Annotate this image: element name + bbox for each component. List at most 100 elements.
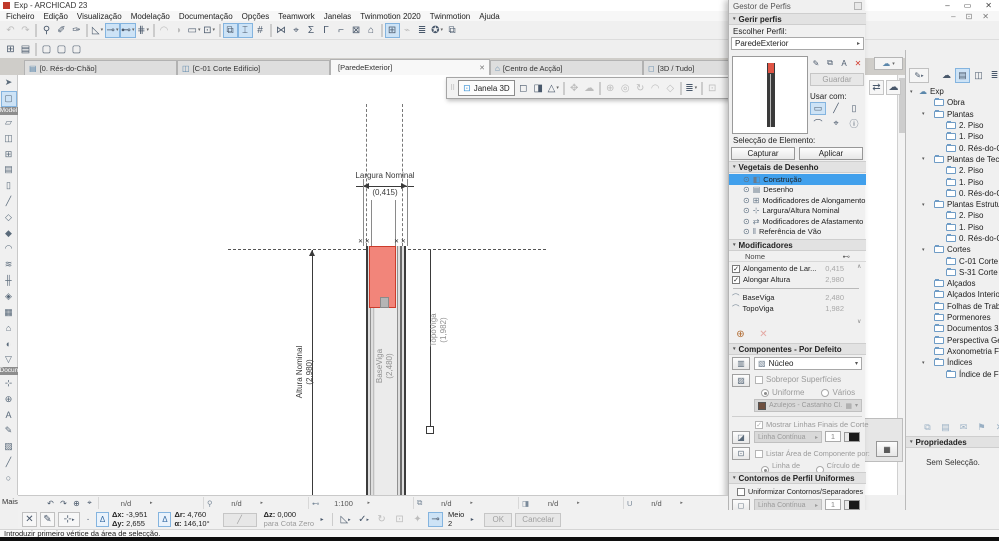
- pen-color-swatch[interactable]: [844, 500, 860, 510]
- curtain-wall-tool-icon[interactable]: ▤: [1, 162, 17, 178]
- snap-guides-icon[interactable]: ⊸ ▾: [105, 22, 120, 38]
- snap-options-icon[interactable]: ▸: [467, 512, 477, 527]
- navigator-tree-item[interactable]: Pormenores: [908, 312, 999, 323]
- eye-icon[interactable]: ⊙: [743, 217, 750, 226]
- nucleo-select[interactable]: ▧ Núcleo ▾: [754, 357, 862, 370]
- clone-folder-icon[interactable]: ⧉: [920, 420, 935, 435]
- cut-pen-number[interactable]: 1: [825, 431, 841, 442]
- door-tool-icon[interactable]: ◫: [1, 130, 17, 146]
- virtual-trace-icon[interactable]: ≣ ▾: [415, 23, 430, 38]
- menu-item[interactable]: Edição: [43, 12, 67, 21]
- rotate-input-icon[interactable]: ↻: [374, 512, 389, 527]
- origin-icon[interactable]: ⊹ ▸: [58, 512, 80, 527]
- grid-snap-icon[interactable]: ⋕ ▾: [136, 23, 151, 38]
- menu-item[interactable]: Ficheiro: [6, 12, 34, 21]
- sobrepor-checkbox[interactable]: [755, 375, 763, 384]
- navigator-tree-item[interactable]: C-01 Corte Edifício: [908, 255, 999, 266]
- navigator-tree-item[interactable]: Folhas de Trabalho: [908, 301, 999, 312]
- cancel-input-icon[interactable]: ✕: [22, 512, 37, 527]
- publish-icon[interactable]: ⧉ ▾: [445, 23, 460, 38]
- panel-title-bar[interactable]: Gestor de Perfis: [729, 0, 866, 12]
- window-layout-2-icon[interactable]: ▢: [54, 42, 69, 57]
- eye-icon[interactable]: ⊙: [743, 185, 750, 194]
- circle-tool-icon[interactable]: ○: [1, 470, 17, 486]
- navigator-tree-item[interactable]: Alçados: [908, 278, 999, 289]
- viga-row[interactable]: ⌒ BaseViga 2,480: [729, 292, 859, 303]
- maximize-button[interactable]: ▭: [964, 1, 972, 10]
- section-gerir-perfis[interactable]: ▾ Gerir perfis: [729, 13, 866, 25]
- undo-icon[interactable]: ↶ ▾: [3, 23, 18, 38]
- listar-area-checkbox[interactable]: [755, 449, 763, 458]
- morph-tool-icon[interactable]: ◈: [1, 288, 17, 304]
- forward-icon[interactable]: ↷: [57, 497, 70, 509]
- guide-lines-icon[interactable]: ◺ ▾: [90, 23, 105, 38]
- view-map-icon[interactable]: ▤: [955, 68, 970, 83]
- axonometry-icon[interactable]: ◨ ▾: [531, 81, 546, 96]
- navigator-tree-item[interactable]: 0. Rés-do-Chão: [908, 188, 999, 199]
- design-layer-row[interactable]: ✓ ⊙ ⊹ Largura/Altura Nominal: [729, 206, 866, 217]
- varios-radio[interactable]: [821, 388, 830, 397]
- cloud-menu-button[interactable]: ☁ ▾: [874, 57, 903, 70]
- box-input-icon[interactable]: ⊡: [392, 512, 407, 527]
- favorites-icon[interactable]: ✪ ▾: [430, 23, 445, 38]
- pen-input-icon[interactable]: ✎: [40, 512, 55, 527]
- tab-close-icon[interactable]: ✕: [479, 64, 485, 72]
- mirror-icon[interactable]: ⋈ ▾: [274, 23, 289, 38]
- scroll-down-icon[interactable]: ∨: [857, 318, 861, 325]
- fit-in-window-icon[interactable]: ⊡ ▾: [705, 81, 720, 96]
- design-layer-row[interactable]: ✓ ⊙ ‖ Referência de Vão: [729, 227, 866, 238]
- stair-tool-icon[interactable]: ≋: [1, 257, 17, 273]
- tab-corte-edificio[interactable]: ◫ [C-01 Corte Edifício]: [177, 60, 330, 75]
- profile-select[interactable]: ParedeExterior ▸: [731, 37, 864, 50]
- zone-tool-icon[interactable]: ⌂: [1, 320, 17, 336]
- tree-caret-icon[interactable]: ▾: [922, 111, 928, 117]
- navigator-tree-item[interactable]: Índice de Folhas: [908, 368, 999, 379]
- design-layer-row[interactable]: ✓ ⊙ ▤ Desenho: [729, 185, 866, 196]
- search-icon[interactable]: ⌖ ▾: [289, 23, 304, 38]
- star-input-icon[interactable]: ✦: [410, 512, 425, 527]
- split-icon[interactable]: ◗ ▾: [172, 23, 187, 38]
- navigator-tree-item[interactable]: ▾ Cortes: [908, 244, 999, 255]
- minimize-button[interactable]: –: [945, 1, 949, 10]
- open-view-icon[interactable]: ▤: [938, 420, 953, 435]
- navigator-tree-item[interactable]: 2. Piso: [908, 210, 999, 221]
- snap-points-icon[interactable]: ⊷ ▾: [120, 22, 136, 38]
- vr-icon[interactable]: ☁ ▾: [582, 81, 597, 96]
- arrow-tool-icon[interactable]: ➤: [1, 75, 17, 91]
- component-handle[interactable]: [380, 297, 389, 308]
- eye-icon[interactable]: ⊙: [743, 227, 750, 236]
- text-tool-icon[interactable]: A: [1, 407, 17, 423]
- inject-parameters-icon[interactable]: ✑ ▾: [69, 23, 84, 38]
- menu-item[interactable]: Documentação: [179, 12, 233, 21]
- uniforme-radio[interactable]: [761, 388, 769, 397]
- grid-icon[interactable]: # ▾: [253, 23, 268, 38]
- explore-icon[interactable]: ✥ ▾: [567, 81, 582, 96]
- aplicar-button[interactable]: Aplicar: [799, 147, 863, 160]
- menu-item[interactable]: Teamwork: [278, 12, 314, 21]
- zoom-search-icon[interactable]: ⌖: [83, 497, 96, 509]
- wall-use-icon[interactable]: ▭: [810, 102, 826, 115]
- pickup-parameters-icon[interactable]: ✐ ▾: [54, 23, 69, 38]
- menu-item[interactable]: Visualização: [77, 12, 122, 21]
- shell-tool-icon[interactable]: ◠: [1, 241, 17, 257]
- quick-option-field[interactable]: ⊷ 1:100 ▸: [308, 497, 413, 509]
- navigator-tree-item[interactable]: Axonometria Frontal: [908, 346, 999, 357]
- delete-profile-icon[interactable]: ✕: [852, 57, 864, 69]
- z-options-icon[interactable]: ▸: [317, 512, 327, 527]
- doc-restore-button[interactable]: ⊡: [966, 12, 973, 21]
- cut-line-button[interactable]: ◪: [732, 431, 750, 444]
- ok-button[interactable]: OK: [484, 512, 513, 527]
- layout-book-icon[interactable]: ◫: [971, 68, 986, 83]
- modifier-checkbox[interactable]: ✓: [732, 275, 740, 284]
- gravity-icon[interactable]: ⊡ ▾: [202, 23, 217, 38]
- eye-icon[interactable]: ⊙: [743, 196, 750, 205]
- palette-button[interactable]: ▦: [876, 441, 898, 457]
- modifier-row[interactable]: ✓ Alongamento de Lar... 0,415: [729, 263, 859, 274]
- navigator-tree-item[interactable]: 0. Rés-do-Chão: [908, 233, 999, 244]
- renovation-icon[interactable]: ⌁ ▾: [400, 23, 415, 38]
- tab-parede-exterior[interactable]: [ParedeExterior] ✕: [330, 59, 490, 75]
- guardar-button[interactable]: Guardar: [810, 73, 864, 86]
- menu-item[interactable]: Twinmotion: [430, 12, 470, 21]
- modifier-checkbox[interactable]: ✓: [732, 264, 740, 273]
- roof-tool-icon[interactable]: ◆: [1, 225, 17, 241]
